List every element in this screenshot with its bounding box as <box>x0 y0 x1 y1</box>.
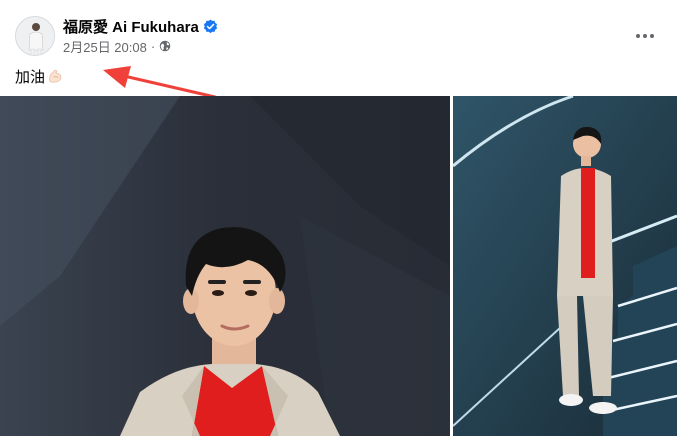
meta-separator: · <box>150 38 156 54</box>
post-timestamp-link[interactable]: 2月25日 20:08 <box>63 37 147 56</box>
post-message: 加油 <box>15 66 63 86</box>
more-options-dot <box>643 34 647 38</box>
verified-badge-icon <box>203 19 217 33</box>
author-name-link[interactable]: 福原愛 Ai Fukuhara <box>63 16 199 37</box>
portrait-photo <box>0 96 450 436</box>
post-message-text: 加油 <box>15 67 46 86</box>
post-header: 福原愛 Ai Fukuhara 2月25日 20:08 · <box>0 0 677 64</box>
flexed-biceps-icon <box>49 69 62 83</box>
photo-main[interactable] <box>0 96 450 436</box>
more-options-dot <box>636 34 640 38</box>
author-line: 福原愛 Ai Fukuhara <box>63 16 218 36</box>
photo-side[interactable] <box>453 96 677 436</box>
facebook-post: 福原愛 Ai Fukuhara 2月25日 20:08 · 加油 <box>0 0 677 436</box>
author-avatar[interactable] <box>15 16 55 56</box>
avatar-figure-icon <box>16 17 54 55</box>
post-meta: 2月25日 20:08 · <box>63 37 171 56</box>
more-options-button[interactable] <box>628 22 662 50</box>
more-options-dot <box>650 34 654 38</box>
full-body-photo <box>453 96 677 436</box>
globe-icon[interactable] <box>159 40 171 52</box>
